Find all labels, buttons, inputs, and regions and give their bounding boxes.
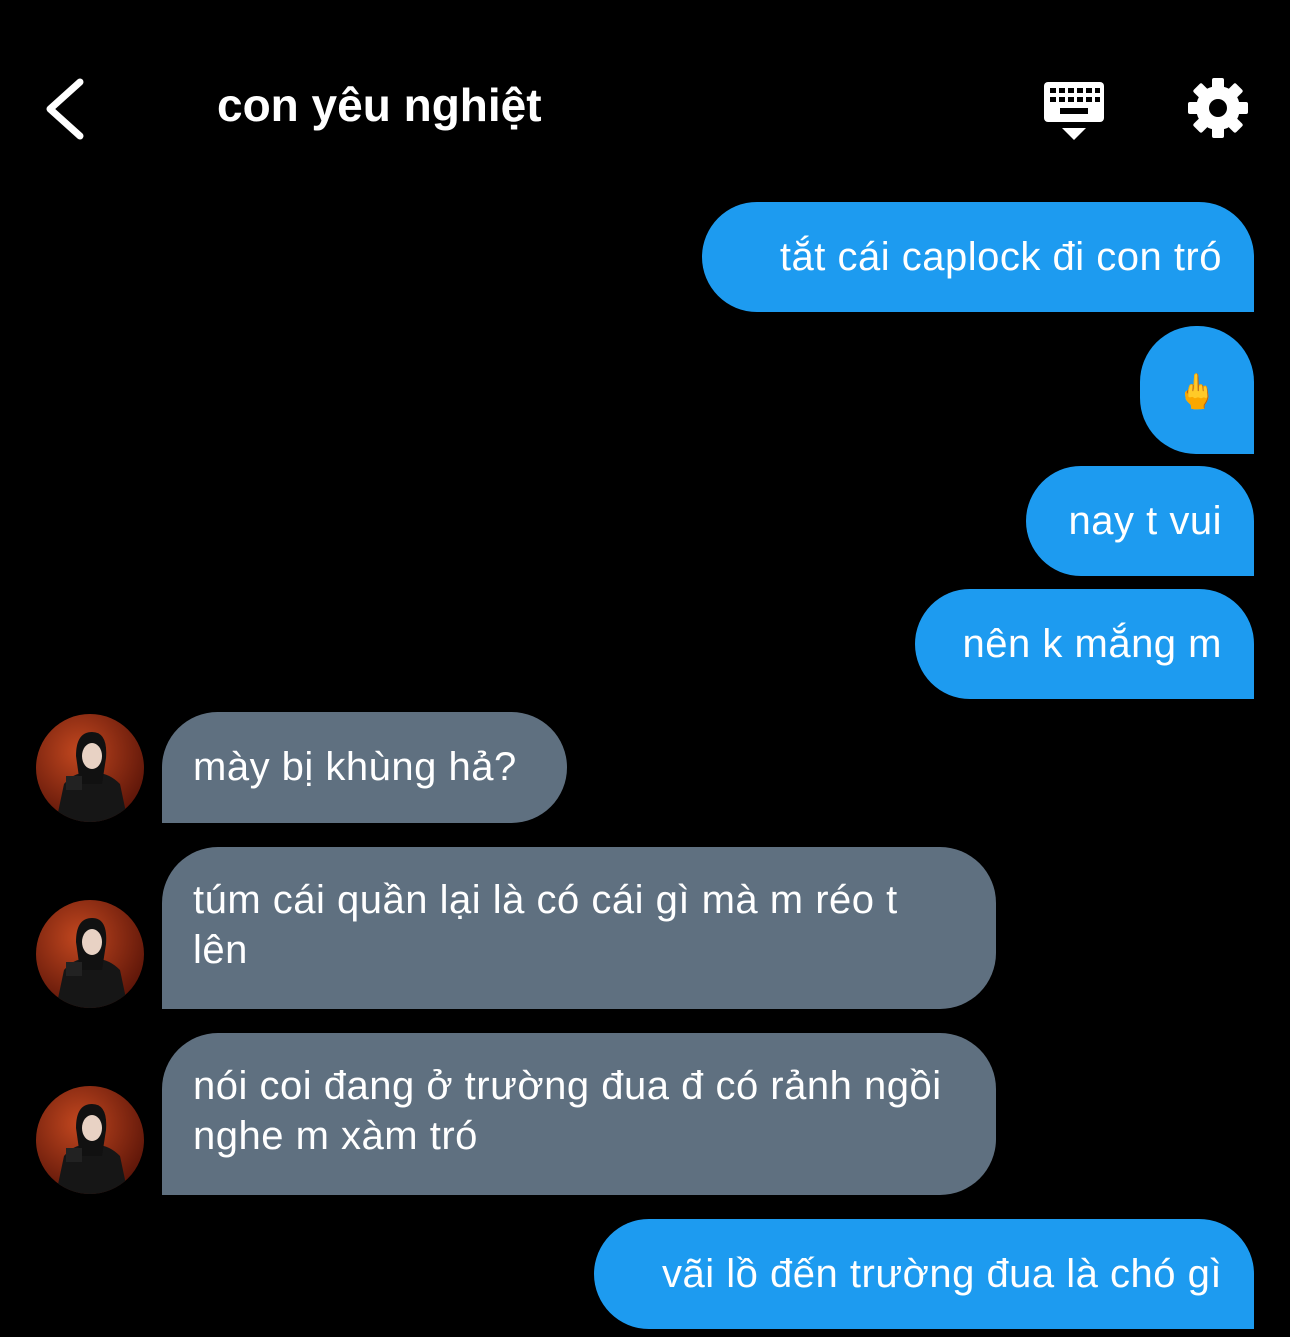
keyboard-button[interactable] bbox=[1040, 78, 1108, 144]
message-text: nói coi đang ở trường đua đ có rảnh ngồi… bbox=[193, 1064, 942, 1158]
outgoing-message[interactable]: 🖕 bbox=[1140, 326, 1254, 454]
incoming-message[interactable]: nói coi đang ở trường đua đ có rảnh ngồi… bbox=[162, 1033, 996, 1195]
contact-avatar[interactable] bbox=[36, 1086, 144, 1194]
message-text: nay t vui bbox=[1068, 499, 1222, 543]
outgoing-message[interactable]: tắt cái caplock đi con tró bbox=[702, 202, 1254, 312]
incoming-message[interactable]: mày bị khùng hả? bbox=[162, 712, 567, 823]
outgoing-message[interactable]: nên k mắng m bbox=[915, 589, 1254, 699]
keyboard-hide-icon bbox=[1044, 82, 1104, 140]
message-text: nên k mắng m bbox=[962, 622, 1222, 666]
contact-avatar[interactable] bbox=[36, 714, 144, 822]
message-text: tắt cái caplock đi con tró bbox=[779, 235, 1222, 279]
middle-finger-emoji: 🖕 bbox=[1175, 372, 1219, 412]
chat-header: con yêu nghiệt bbox=[0, 0, 1290, 190]
gear-icon bbox=[1188, 78, 1248, 138]
outgoing-message[interactable]: vãi lồ đến trường đua là chó gì bbox=[594, 1219, 1254, 1329]
settings-button[interactable] bbox=[1186, 76, 1250, 140]
message-text: túm cái quần lại là có cái gì mà m réo t… bbox=[193, 878, 898, 972]
message-text: mày bị khùng hả? bbox=[193, 745, 517, 789]
outgoing-message[interactable]: nay t vui bbox=[1026, 466, 1254, 576]
message-text: vãi lồ đến trường đua là chó gì bbox=[662, 1252, 1222, 1296]
back-button[interactable] bbox=[36, 70, 100, 150]
contact-avatar[interactable] bbox=[36, 900, 144, 1008]
chevron-left-icon bbox=[46, 78, 84, 140]
conversation-title: con yêu nghiệt bbox=[217, 79, 542, 131]
incoming-message[interactable]: túm cái quần lại là có cái gì mà m réo t… bbox=[162, 847, 996, 1009]
